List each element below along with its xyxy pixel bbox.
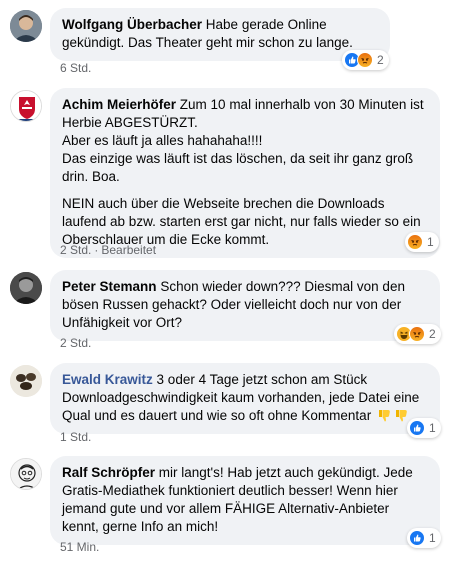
like-reaction-icon — [409, 420, 425, 436]
edited-label: Bearbeitet — [101, 243, 157, 257]
avatar[interactable] — [10, 272, 42, 304]
comment-timestamp[interactable]: 51 Min. — [60, 540, 99, 554]
comment-author[interactable]: Peter Stemann — [62, 279, 157, 294]
comment-timestamp[interactable]: 1 Std. — [60, 430, 91, 444]
comment-timestamp[interactable]: 2 Std. — [60, 243, 91, 257]
avatar[interactable] — [10, 458, 42, 490]
reaction-summary[interactable]: 2 — [342, 50, 389, 70]
comment-meta: 2 Std. · Bearbeitet — [60, 243, 157, 257]
angry-reaction-icon — [407, 234, 423, 250]
reaction-summary[interactable]: 2 — [394, 324, 441, 344]
comment-text: NEIN auch über die Webseite brechen die … — [62, 196, 421, 247]
comment-author[interactable]: Ralf Schröpfer — [62, 465, 155, 480]
avatar[interactable] — [10, 365, 42, 397]
reaction-count: 1 — [427, 235, 434, 249]
comment-author[interactable]: Ewald Krawitz — [62, 372, 153, 387]
comment-author[interactable]: Achim Meierhöfer — [62, 97, 176, 112]
reaction-count: 2 — [377, 53, 384, 67]
comment-meta: 51 Min. — [60, 539, 99, 555]
comment-bubble: Wolfgang Überbacher Habe gerade Online g… — [50, 8, 390, 61]
reaction-summary[interactable]: 1 — [407, 528, 441, 548]
comment-meta: 2 Std. — [60, 335, 91, 351]
comment-bubble: Ewald Krawitz 3 oder 4 Tage jetzt schon … — [50, 363, 440, 434]
thumbs-down-emoji-icon — [394, 408, 409, 423]
avatar[interactable] — [10, 10, 42, 42]
comment-meta: 1 Std. — [60, 429, 91, 445]
angry-reaction-icon — [357, 52, 373, 68]
comment-bubble: Ralf Schröpfer mir langt's! Hab jetzt au… — [50, 456, 440, 545]
reaction-count: 2 — [429, 327, 436, 341]
comment-timestamp[interactable]: 2 Std. — [60, 336, 91, 350]
comment-meta: 6 Std. — [60, 60, 91, 76]
like-reaction-icon — [409, 530, 425, 546]
thumbs-down-emoji-icon — [377, 408, 392, 423]
comment-timestamp[interactable]: 6 Std. — [60, 61, 91, 75]
reaction-count: 1 — [429, 531, 436, 545]
reaction-summary[interactable]: 1 — [405, 232, 439, 252]
reaction-count: 1 — [429, 421, 436, 435]
avatar[interactable] — [10, 90, 42, 122]
reaction-summary[interactable]: 1 — [407, 418, 441, 438]
comment-author[interactable]: Wolfgang Überbacher — [62, 17, 202, 32]
comment-bubble: Peter Stemann Schon wieder down??? Diesm… — [50, 270, 440, 341]
angry-reaction-icon — [409, 326, 425, 342]
comment-bubble: Achim Meierhöfer Zum 10 mal innerhalb vo… — [50, 88, 440, 258]
